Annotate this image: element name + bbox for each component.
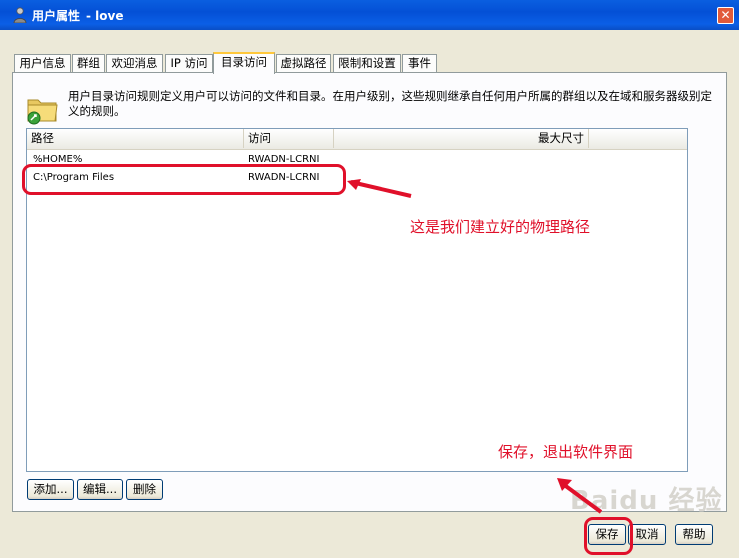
column-header-max-size[interactable]: 最大尺寸 <box>334 129 589 148</box>
edit-button[interactable]: 编辑... <box>77 479 123 500</box>
window-title-text: 用户属性 <box>32 9 81 23</box>
save-highlight-ring <box>584 517 633 555</box>
column-header-path[interactable]: 路径 <box>27 129 244 148</box>
list-header: 路径 访问 最大尺寸 <box>27 129 687 150</box>
path-annotation: 这是我们建立好的物理路径 <box>410 218 591 236</box>
tab-events[interactable]: 事件 <box>402 54 437 72</box>
add-button[interactable]: 添加... <box>27 479 74 500</box>
arrow-to-path-icon <box>347 179 412 198</box>
close-icon[interactable]: ✕ <box>717 7 734 24</box>
title-bar: 用户属性 - love ✕ <box>0 0 739 30</box>
tab-directory-access[interactable]: 目录访问 <box>213 52 275 74</box>
tab-user-info[interactable]: 用户信息 <box>14 54 71 72</box>
tab-welcome-message[interactable]: 欢迎消息 <box>106 54 163 72</box>
folder-icon <box>27 99 58 125</box>
tab-virtual-paths[interactable]: 虚拟路径 <box>276 54 331 72</box>
user-icon <box>13 7 27 23</box>
save-annotation: 保存，退出软件界面 <box>498 443 634 461</box>
cancel-button[interactable]: 取消 <box>628 524 666 545</box>
path-highlight-ring <box>22 164 346 195</box>
tab-limits-settings[interactable]: 限制和设置 <box>333 54 401 72</box>
description-text: 用户目录访问规则定义用户可以访问的文件和目录。在用户级别，这些规则继承自任何用户… <box>68 89 712 118</box>
column-header-access[interactable]: 访问 <box>244 129 334 148</box>
window-subtitle: - love <box>86 9 124 23</box>
tab-ip-access[interactable]: IP 访问 <box>165 54 213 72</box>
window-title: 用户属性 - love <box>32 7 124 24</box>
delete-button[interactable]: 删除 <box>126 479 163 500</box>
tab-groups[interactable]: 群组 <box>72 54 105 72</box>
help-button[interactable]: 帮助 <box>675 524 713 545</box>
arrow-to-save-icon <box>557 478 603 514</box>
